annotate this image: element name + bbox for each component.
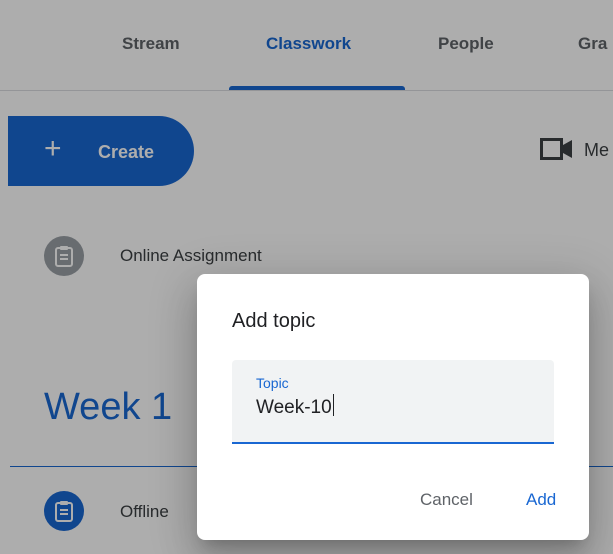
cancel-button[interactable]: Cancel xyxy=(420,490,473,510)
text-caret xyxy=(332,394,334,416)
add-topic-dialog: Add topic Topic Week-10 Cancel Add xyxy=(197,274,589,540)
add-button[interactable]: Add xyxy=(526,490,556,510)
topic-value-text: Week-10 xyxy=(256,397,332,418)
topic-field-value[interactable]: Week-10 xyxy=(256,394,334,419)
dialog-title: Add topic xyxy=(232,310,316,332)
topic-field-label: Topic xyxy=(256,375,289,391)
topic-input[interactable]: Topic Week-10 xyxy=(232,360,554,444)
